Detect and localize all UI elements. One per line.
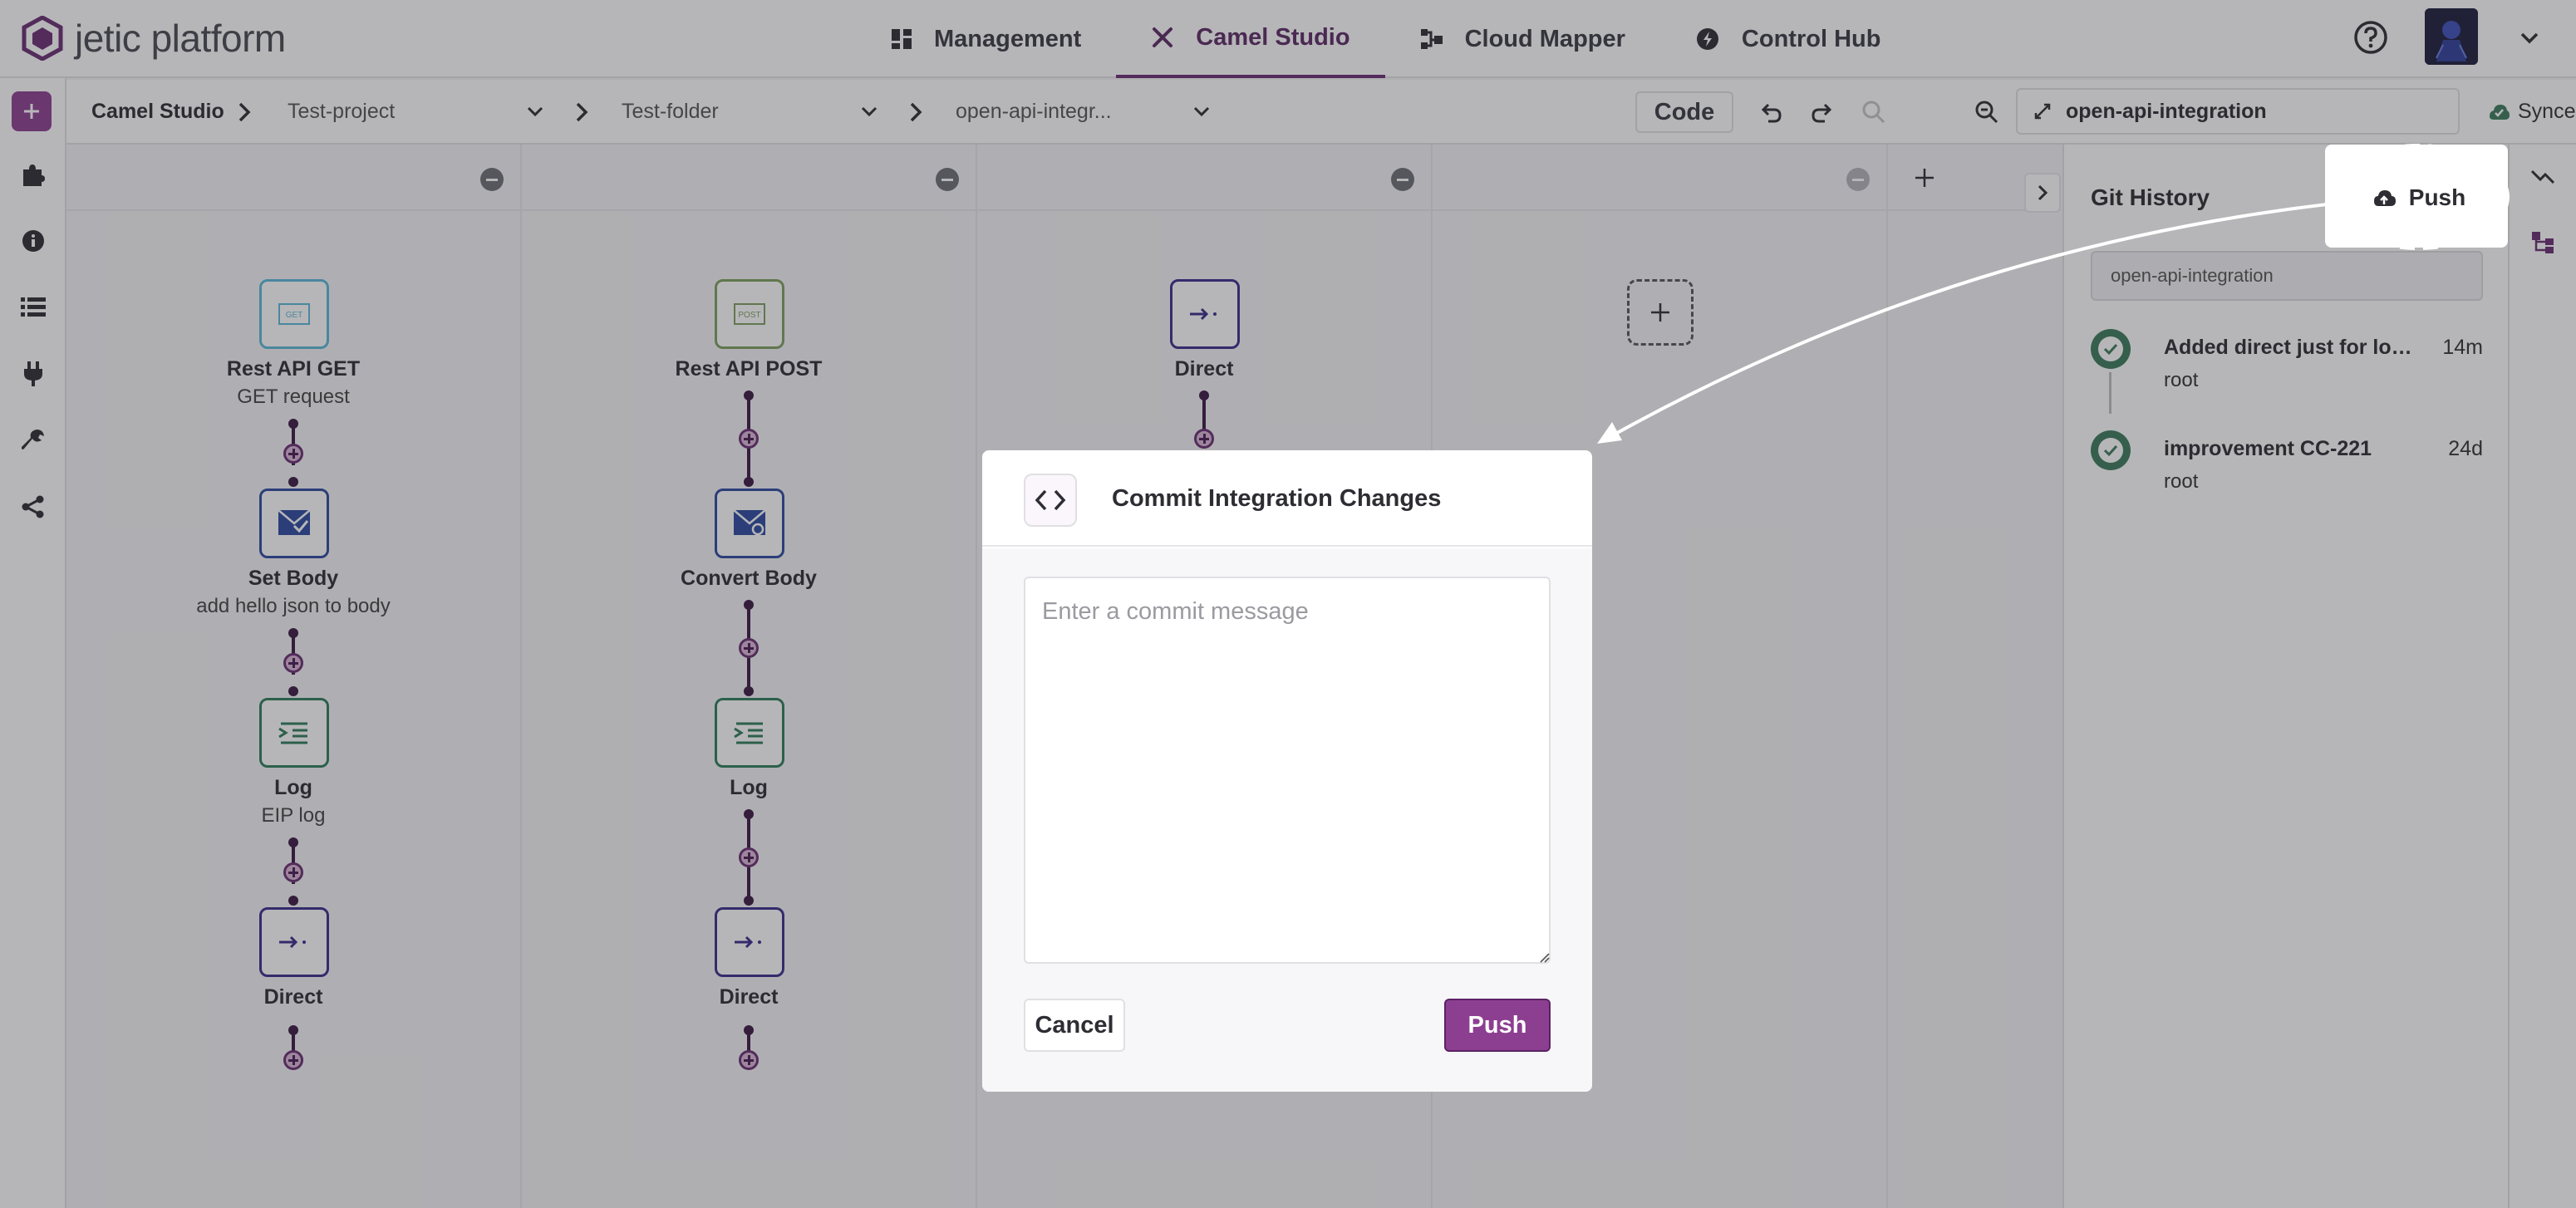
commit-modal: Commit Integration Changes Cancel Push [982,450,1592,1092]
code-brackets-icon [1035,489,1066,511]
code-icon [1024,474,1077,527]
modal-body: Cancel Push [982,548,1592,1092]
push-button[interactable]: Push [1444,999,1551,1052]
commit-message-input[interactable] [1024,577,1551,964]
cloud-upload-icon [2373,190,2396,206]
modal-title: Commit Integration Changes [1112,485,1442,512]
modal-header: Commit Integration Changes [982,450,1592,547]
cancel-button[interactable]: Cancel [1024,999,1125,1052]
highlighted-push-label: Push [2408,184,2466,210]
resize-grip-icon[interactable] [1537,950,1551,964]
highlighted-push-button[interactable]: Push [2352,174,2485,221]
